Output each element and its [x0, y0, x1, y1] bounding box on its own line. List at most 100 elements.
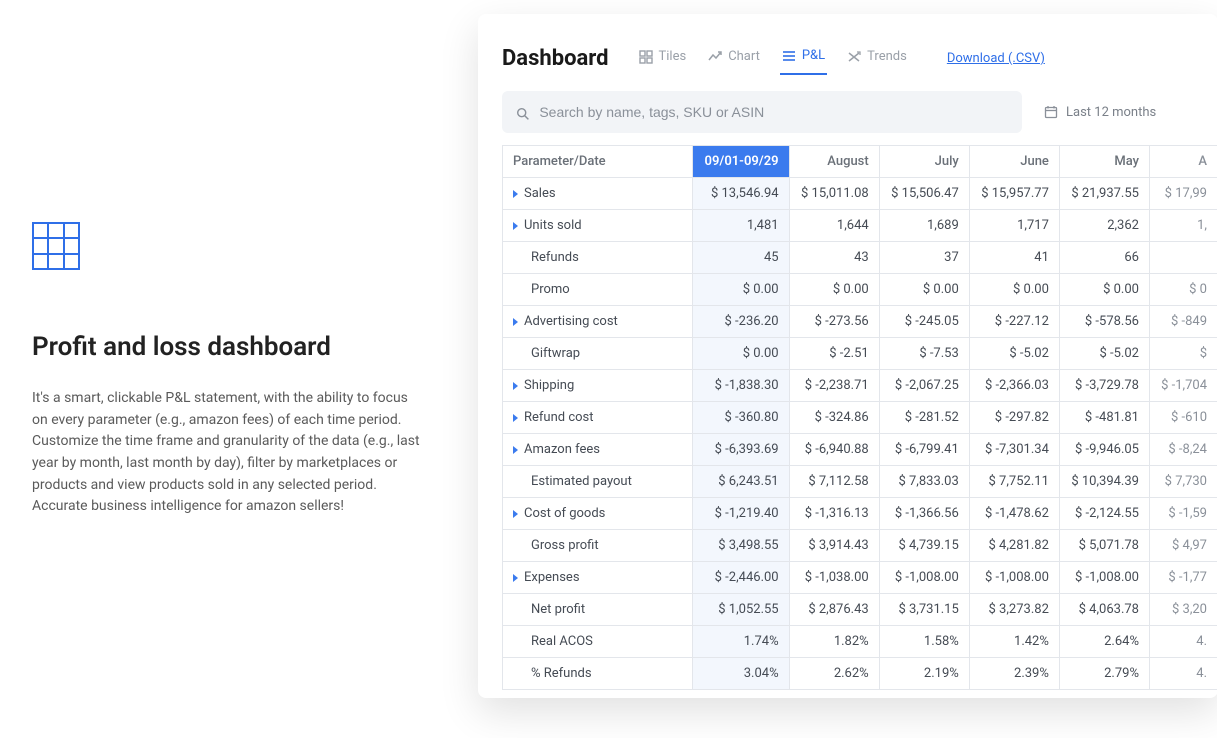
value-cell[interactable]: $ -6,799.41: [879, 434, 969, 466]
value-cell[interactable]: 2.64%: [1059, 626, 1149, 658]
value-cell[interactable]: $ 2,876.43: [789, 594, 879, 626]
parameter-cell[interactable]: Advertising cost: [503, 306, 693, 338]
value-cell[interactable]: 1,644: [789, 210, 879, 242]
parameter-cell[interactable]: Expenses: [503, 562, 693, 594]
value-cell[interactable]: $ -481.81: [1059, 402, 1149, 434]
value-cell[interactable]: $ 6,243.51: [693, 466, 790, 498]
value-cell[interactable]: 1,689: [879, 210, 969, 242]
value-cell[interactable]: $ 0.00: [693, 338, 790, 370]
value-cell[interactable]: $ -1,008.00: [879, 562, 969, 594]
value-cell[interactable]: 3.04%: [693, 658, 790, 690]
value-cell[interactable]: $ 4,97: [1149, 530, 1217, 562]
value-cell[interactable]: $ 4,739.15: [879, 530, 969, 562]
value-cell[interactable]: $ 0.00: [969, 274, 1059, 306]
value-cell[interactable]: $ -9,946.05: [1059, 434, 1149, 466]
value-cell[interactable]: $ 15,957.77: [969, 178, 1059, 210]
value-cell[interactable]: $ -2,366.03: [969, 370, 1059, 402]
value-cell[interactable]: 1,: [1149, 210, 1217, 242]
value-cell[interactable]: 1.82%: [789, 626, 879, 658]
value-cell[interactable]: 1.42%: [969, 626, 1059, 658]
value-cell[interactable]: 2,362: [1059, 210, 1149, 242]
value-cell[interactable]: 1,717: [969, 210, 1059, 242]
expand-caret-icon[interactable]: [513, 574, 518, 582]
value-cell[interactable]: $ -245.05: [879, 306, 969, 338]
parameter-cell[interactable]: Shipping: [503, 370, 693, 402]
value-cell[interactable]: $ -324.86: [789, 402, 879, 434]
value-cell[interactable]: $ -2,124.55: [1059, 498, 1149, 530]
value-cell[interactable]: $ 15,506.47: [879, 178, 969, 210]
value-cell[interactable]: $ -1,366.56: [879, 498, 969, 530]
search-box[interactable]: [502, 91, 1022, 133]
value-cell[interactable]: $ -6,940.88: [789, 434, 879, 466]
expand-caret-icon[interactable]: [513, 318, 518, 326]
value-cell[interactable]: 2.79%: [1059, 658, 1149, 690]
column-header[interactable]: 09/01-09/29: [693, 146, 790, 178]
value-cell[interactable]: $ -1,008.00: [969, 562, 1059, 594]
value-cell[interactable]: $ -578.56: [1059, 306, 1149, 338]
value-cell[interactable]: $ 4,063.78: [1059, 594, 1149, 626]
value-cell[interactable]: $ 7,730: [1149, 466, 1217, 498]
value-cell[interactable]: 41: [969, 242, 1059, 274]
column-header[interactable]: May: [1059, 146, 1149, 178]
value-cell[interactable]: $ -273.56: [789, 306, 879, 338]
value-cell[interactable]: $ -2,446.00: [693, 562, 790, 594]
value-cell[interactable]: 45: [693, 242, 790, 274]
value-cell[interactable]: $ 10,394.39: [1059, 466, 1149, 498]
value-cell[interactable]: $ 0.00: [693, 274, 790, 306]
value-cell[interactable]: $ -3,729.78: [1059, 370, 1149, 402]
expand-caret-icon[interactable]: [513, 510, 518, 518]
value-cell[interactable]: $ -610: [1149, 402, 1217, 434]
value-cell[interactable]: $ 7,752.11: [969, 466, 1059, 498]
value-cell[interactable]: $ 0.00: [789, 274, 879, 306]
tab-tiles[interactable]: Tiles: [637, 43, 689, 74]
expand-caret-icon[interactable]: [513, 190, 518, 198]
value-cell[interactable]: $ -1,219.40: [693, 498, 790, 530]
tab-trends[interactable]: Trends: [845, 43, 909, 74]
value-cell[interactable]: $ -5.02: [1059, 338, 1149, 370]
parameter-cell[interactable]: Units sold: [503, 210, 693, 242]
expand-caret-icon[interactable]: [513, 414, 518, 422]
value-cell[interactable]: 1.74%: [693, 626, 790, 658]
value-cell[interactable]: 4.: [1149, 658, 1217, 690]
value-cell[interactable]: $ -1,038.00: [789, 562, 879, 594]
value-cell[interactable]: $ -2,238.71: [789, 370, 879, 402]
value-cell[interactable]: $ 0.00: [1059, 274, 1149, 306]
value-cell[interactable]: $ -849: [1149, 306, 1217, 338]
value-cell[interactable]: $ -236.20: [693, 306, 790, 338]
parameter-cell[interactable]: Refund cost: [503, 402, 693, 434]
parameter-cell[interactable]: Sales: [503, 178, 693, 210]
value-cell[interactable]: $ 4,281.82: [969, 530, 1059, 562]
value-cell[interactable]: $ -227.12: [969, 306, 1059, 338]
value-cell[interactable]: $ 3,273.82: [969, 594, 1059, 626]
value-cell[interactable]: $ 3,731.15: [879, 594, 969, 626]
value-cell[interactable]: $: [1149, 338, 1217, 370]
value-cell[interactable]: 66: [1059, 242, 1149, 274]
value-cell[interactable]: [1149, 242, 1217, 274]
value-cell[interactable]: $ -281.52: [879, 402, 969, 434]
value-cell[interactable]: 4.: [1149, 626, 1217, 658]
expand-caret-icon[interactable]: [513, 222, 518, 230]
expand-caret-icon[interactable]: [513, 382, 518, 390]
value-cell[interactable]: $ -5.02: [969, 338, 1059, 370]
search-input[interactable]: [539, 104, 1008, 120]
value-cell[interactable]: $ -297.82: [969, 402, 1059, 434]
value-cell[interactable]: $ 3,20: [1149, 594, 1217, 626]
parameter-cell[interactable]: Cost of goods: [503, 498, 693, 530]
value-cell[interactable]: 2.39%: [969, 658, 1059, 690]
expand-caret-icon[interactable]: [513, 446, 518, 454]
column-header[interactable]: June: [969, 146, 1059, 178]
value-cell[interactable]: $ 21,937.55: [1059, 178, 1149, 210]
value-cell[interactable]: $ 7,112.58: [789, 466, 879, 498]
parameter-cell[interactable]: Amazon fees: [503, 434, 693, 466]
value-cell[interactable]: $ -1,838.30: [693, 370, 790, 402]
value-cell[interactable]: $ -6,393.69: [693, 434, 790, 466]
value-cell[interactable]: $ -1,008.00: [1059, 562, 1149, 594]
download-csv-link[interactable]: Download (.CSV): [947, 51, 1045, 66]
value-cell[interactable]: $ -8,24: [1149, 434, 1217, 466]
value-cell[interactable]: 43: [789, 242, 879, 274]
value-cell[interactable]: 1.58%: [879, 626, 969, 658]
value-cell[interactable]: $ 1,052.55: [693, 594, 790, 626]
value-cell[interactable]: $ 5,071.78: [1059, 530, 1149, 562]
value-cell[interactable]: $ 3,914.43: [789, 530, 879, 562]
value-cell[interactable]: $ 3,498.55: [693, 530, 790, 562]
